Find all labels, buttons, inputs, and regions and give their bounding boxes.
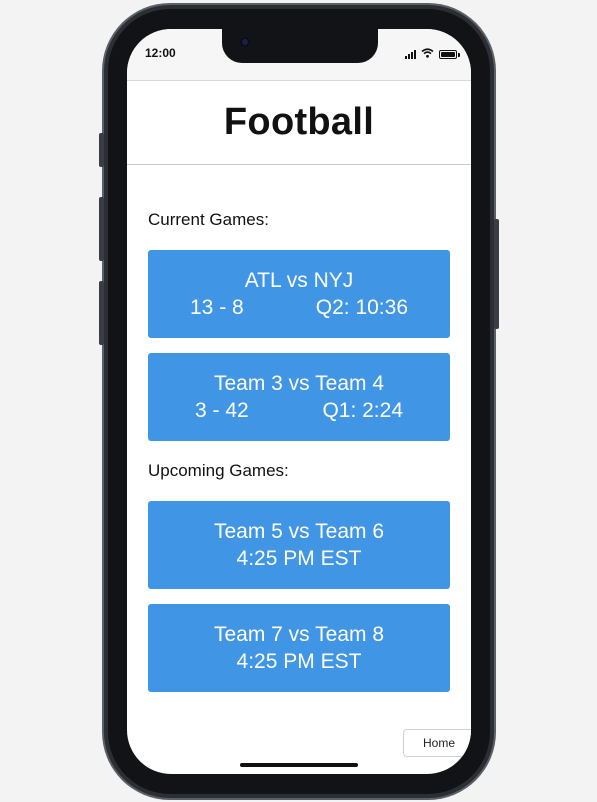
game-clock: Q1: 2:24	[322, 399, 403, 422]
silent-switch	[99, 133, 104, 167]
app-screen: 12:00 Football Current Games: ATL vs NYJ…	[127, 29, 471, 774]
game-start-time: 4:25 PM EST	[236, 547, 362, 570]
phone-frame: 12:00 Football Current Games: ATL vs NYJ…	[99, 9, 499, 794]
volume-down-button	[99, 281, 104, 345]
game-matchup: Team 5 vs Team 6	[213, 520, 385, 543]
game-card[interactable]: ATL vs NYJ 13 - 8 Q2: 10:36	[148, 250, 450, 338]
home-indicator-bar[interactable]	[240, 763, 358, 767]
wifi-icon	[421, 45, 434, 63]
game-score: 3 - 42	[195, 399, 249, 422]
battery-icon	[439, 49, 460, 59]
game-matchup: Team 3 vs Team 4	[213, 372, 385, 395]
game-clock: Q2: 10:36	[315, 296, 408, 319]
game-start-time: 4:25 PM EST	[236, 650, 362, 673]
page-header: Football	[127, 81, 471, 165]
game-status-row: 3 - 42 Q1: 2:24	[148, 397, 450, 424]
game-card[interactable]: Team 5 vs Team 6 4:25 PM EST	[148, 501, 450, 589]
home-button[interactable]: Home	[403, 729, 471, 757]
front-camera-icon	[240, 37, 250, 47]
game-status-row: 13 - 8 Q2: 10:36	[148, 294, 450, 321]
game-matchup: ATL vs NYJ	[244, 269, 354, 292]
cellular-signal-icon	[405, 49, 416, 59]
game-matchup: Team 7 vs Team 8	[213, 623, 385, 646]
current-games-label: Current Games:	[148, 210, 269, 229]
power-button	[494, 219, 499, 329]
camera-notch	[222, 29, 378, 63]
game-score: 13 - 8	[190, 296, 244, 319]
page-title: Football	[223, 101, 375, 143]
volume-up-button	[99, 197, 104, 261]
status-icons	[405, 45, 460, 63]
game-card[interactable]: Team 7 vs Team 8 4:25 PM EST	[148, 604, 450, 692]
upcoming-games-label: Upcoming Games:	[148, 461, 289, 480]
game-card[interactable]: Team 3 vs Team 4 3 - 42 Q1: 2:24	[148, 353, 450, 441]
status-time: 12:00	[145, 46, 176, 60]
status-bar: 12:00	[127, 29, 471, 81]
